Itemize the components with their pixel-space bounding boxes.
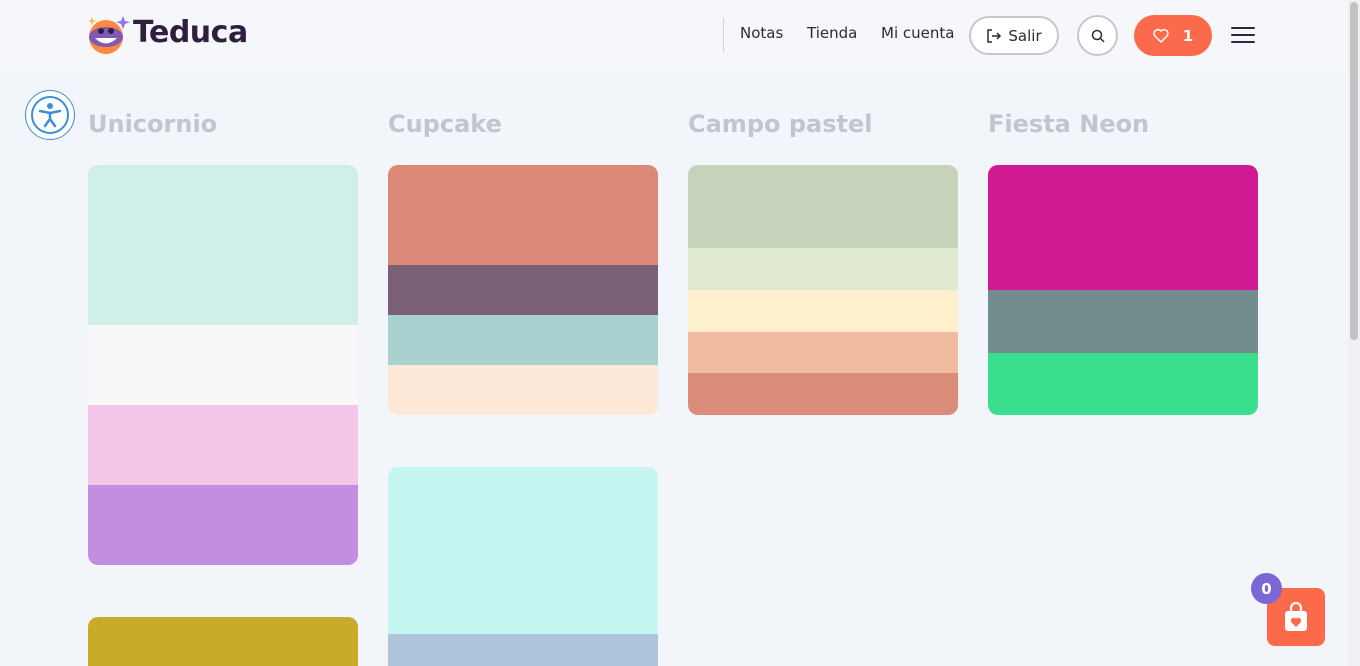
palette-card-campo-pastel[interactable] [688,165,958,415]
color-swatch [988,165,1258,290]
color-swatch [88,165,358,325]
heart-icon [1153,28,1169,43]
color-swatch [88,485,358,565]
accessibility-button[interactable] [25,90,75,140]
color-swatch [988,353,1258,415]
search-icon [1091,29,1105,43]
color-swatch [688,290,958,332]
color-swatch [88,617,358,666]
color-swatch [88,405,358,485]
shopping-bag-icon [1285,602,1307,631]
nav-link-mi-cuenta[interactable]: Mi cuenta [881,24,954,42]
color-swatch [388,365,658,415]
color-swatch [688,248,958,290]
color-swatch [388,265,658,315]
color-swatch [688,373,958,415]
palette-card-fiesta-neon[interactable] [988,165,1258,415]
scrollbar-thumb[interactable] [1350,2,1358,340]
brand-name: Teduca [133,15,248,50]
color-swatch [388,634,658,666]
accessibility-icon [31,96,69,134]
nav-divider [723,18,724,52]
color-swatch [688,332,958,373]
palette-title-fiesta-neon: Fiesta Neon [988,110,1150,138]
logout-button[interactable]: Salir [969,16,1059,55]
palette-title-campo-pastel: Campo pastel [688,110,873,138]
color-swatch [388,467,658,634]
color-swatch [388,165,658,265]
palette-title-unicornio: Unicornio [88,110,218,138]
palette-card-partial[interactable] [388,467,658,666]
color-swatch [688,165,958,248]
nav-link-notas[interactable]: Notas [740,24,783,42]
logout-icon [987,28,1002,43]
favorites-count: 1 [1182,26,1194,45]
logo-mascot-icon [88,16,130,54]
header: Teduca Notas Tienda Mi cuenta Salir 1 [0,0,1348,72]
palette-card-partial[interactable] [88,617,358,666]
nav-link-tienda[interactable]: Tienda [807,24,857,42]
logo[interactable]: Teduca [86,13,266,57]
logout-label: Salir [1008,26,1042,45]
cart-count-badge: 0 [1251,573,1282,604]
palette-title-cupcake: Cupcake [388,110,502,138]
palette-card-cupcake[interactable] [388,165,658,415]
search-button[interactable] [1077,15,1118,56]
color-swatch [388,315,658,365]
favorites-button[interactable]: 1 [1134,15,1212,56]
color-swatch [988,290,1258,353]
menu-icon[interactable] [1231,25,1255,45]
palette-card-unicornio[interactable] [88,165,358,565]
color-swatch [88,325,358,405]
